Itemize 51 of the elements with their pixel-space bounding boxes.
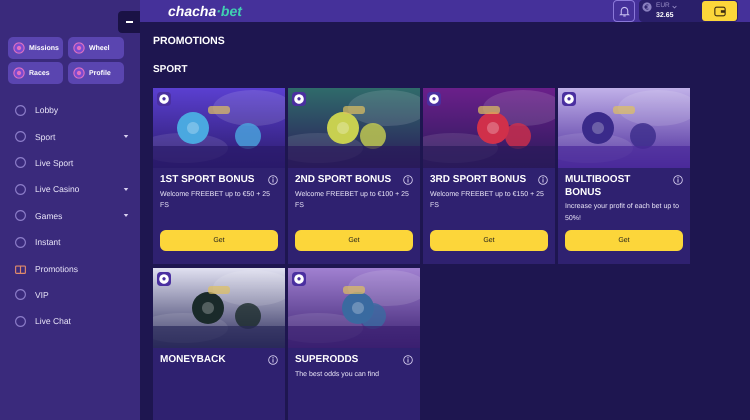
menu-item-icon (14, 156, 27, 170)
menu-item-icon (14, 182, 27, 196)
wallet-button[interactable] (702, 1, 737, 21)
soccer-ball-icon (157, 272, 171, 286)
info-icon[interactable] (538, 175, 548, 185)
section-title: SPORT (153, 63, 188, 77)
soccer-ball-icon (427, 92, 441, 106)
sidebar-item[interactable]: VIP (14, 282, 140, 308)
page-title: PROMOTIONS (153, 34, 226, 48)
card-title: MONEYBACK (160, 354, 226, 366)
info-icon[interactable] (268, 175, 278, 185)
bell-icon (618, 4, 630, 18)
logo[interactable]: chacha·bet (168, 3, 242, 19)
menu-item-icon (14, 288, 27, 302)
card-title: 1ST SPORT BONUS (160, 174, 254, 186)
sidebar-item[interactable]: Lobby (14, 97, 140, 124)
card-title: 2ND SPORT BONUS (295, 174, 392, 186)
badge-icon (73, 67, 85, 79)
menu-item-icon (14, 130, 27, 144)
soccer-ball-icon (292, 272, 306, 286)
caret-icon (123, 186, 129, 192)
collapse-button[interactable] (118, 11, 140, 33)
badge-icon (13, 67, 25, 79)
chevron-down-icon (672, 4, 677, 8)
soccer-ball-icon (292, 92, 306, 106)
sidebar-item[interactable]: Instant (14, 228, 140, 256)
card-title: 3RD SPORT BONUS (430, 174, 526, 186)
menu-item-icon (14, 236, 27, 249)
info-icon[interactable] (403, 175, 413, 185)
badge-icon (73, 42, 85, 54)
sidebar-item[interactable]: Promotions (14, 255, 140, 282)
info-icon[interactable] (673, 175, 683, 185)
sidebar-item[interactable]: Sport (14, 123, 140, 150)
info-icon[interactable] (403, 355, 413, 365)
menu-item-icon (14, 314, 27, 328)
caret-icon (123, 134, 129, 140)
wallet-icon (714, 6, 726, 16)
sidebar-item[interactable]: Live Chat (14, 308, 140, 335)
info-icon[interactable] (268, 355, 278, 365)
badge-icon (13, 42, 25, 54)
sidebar-item[interactable]: Games (14, 202, 140, 229)
notifications-button[interactable] (613, 0, 635, 22)
sidebar-item[interactable]: Live Casino (14, 176, 140, 203)
card-title: SUPERODDS (295, 354, 358, 366)
sidebar-item[interactable]: Live Sport (14, 150, 140, 176)
card-title: MULTIBOOST BONUS (565, 174, 632, 199)
menu-item-icon (14, 209, 27, 222)
caret-icon (123, 213, 129, 218)
soccer-ball-icon (157, 92, 171, 106)
menu-item-icon (14, 104, 27, 117)
soccer-ball-icon (562, 92, 576, 106)
